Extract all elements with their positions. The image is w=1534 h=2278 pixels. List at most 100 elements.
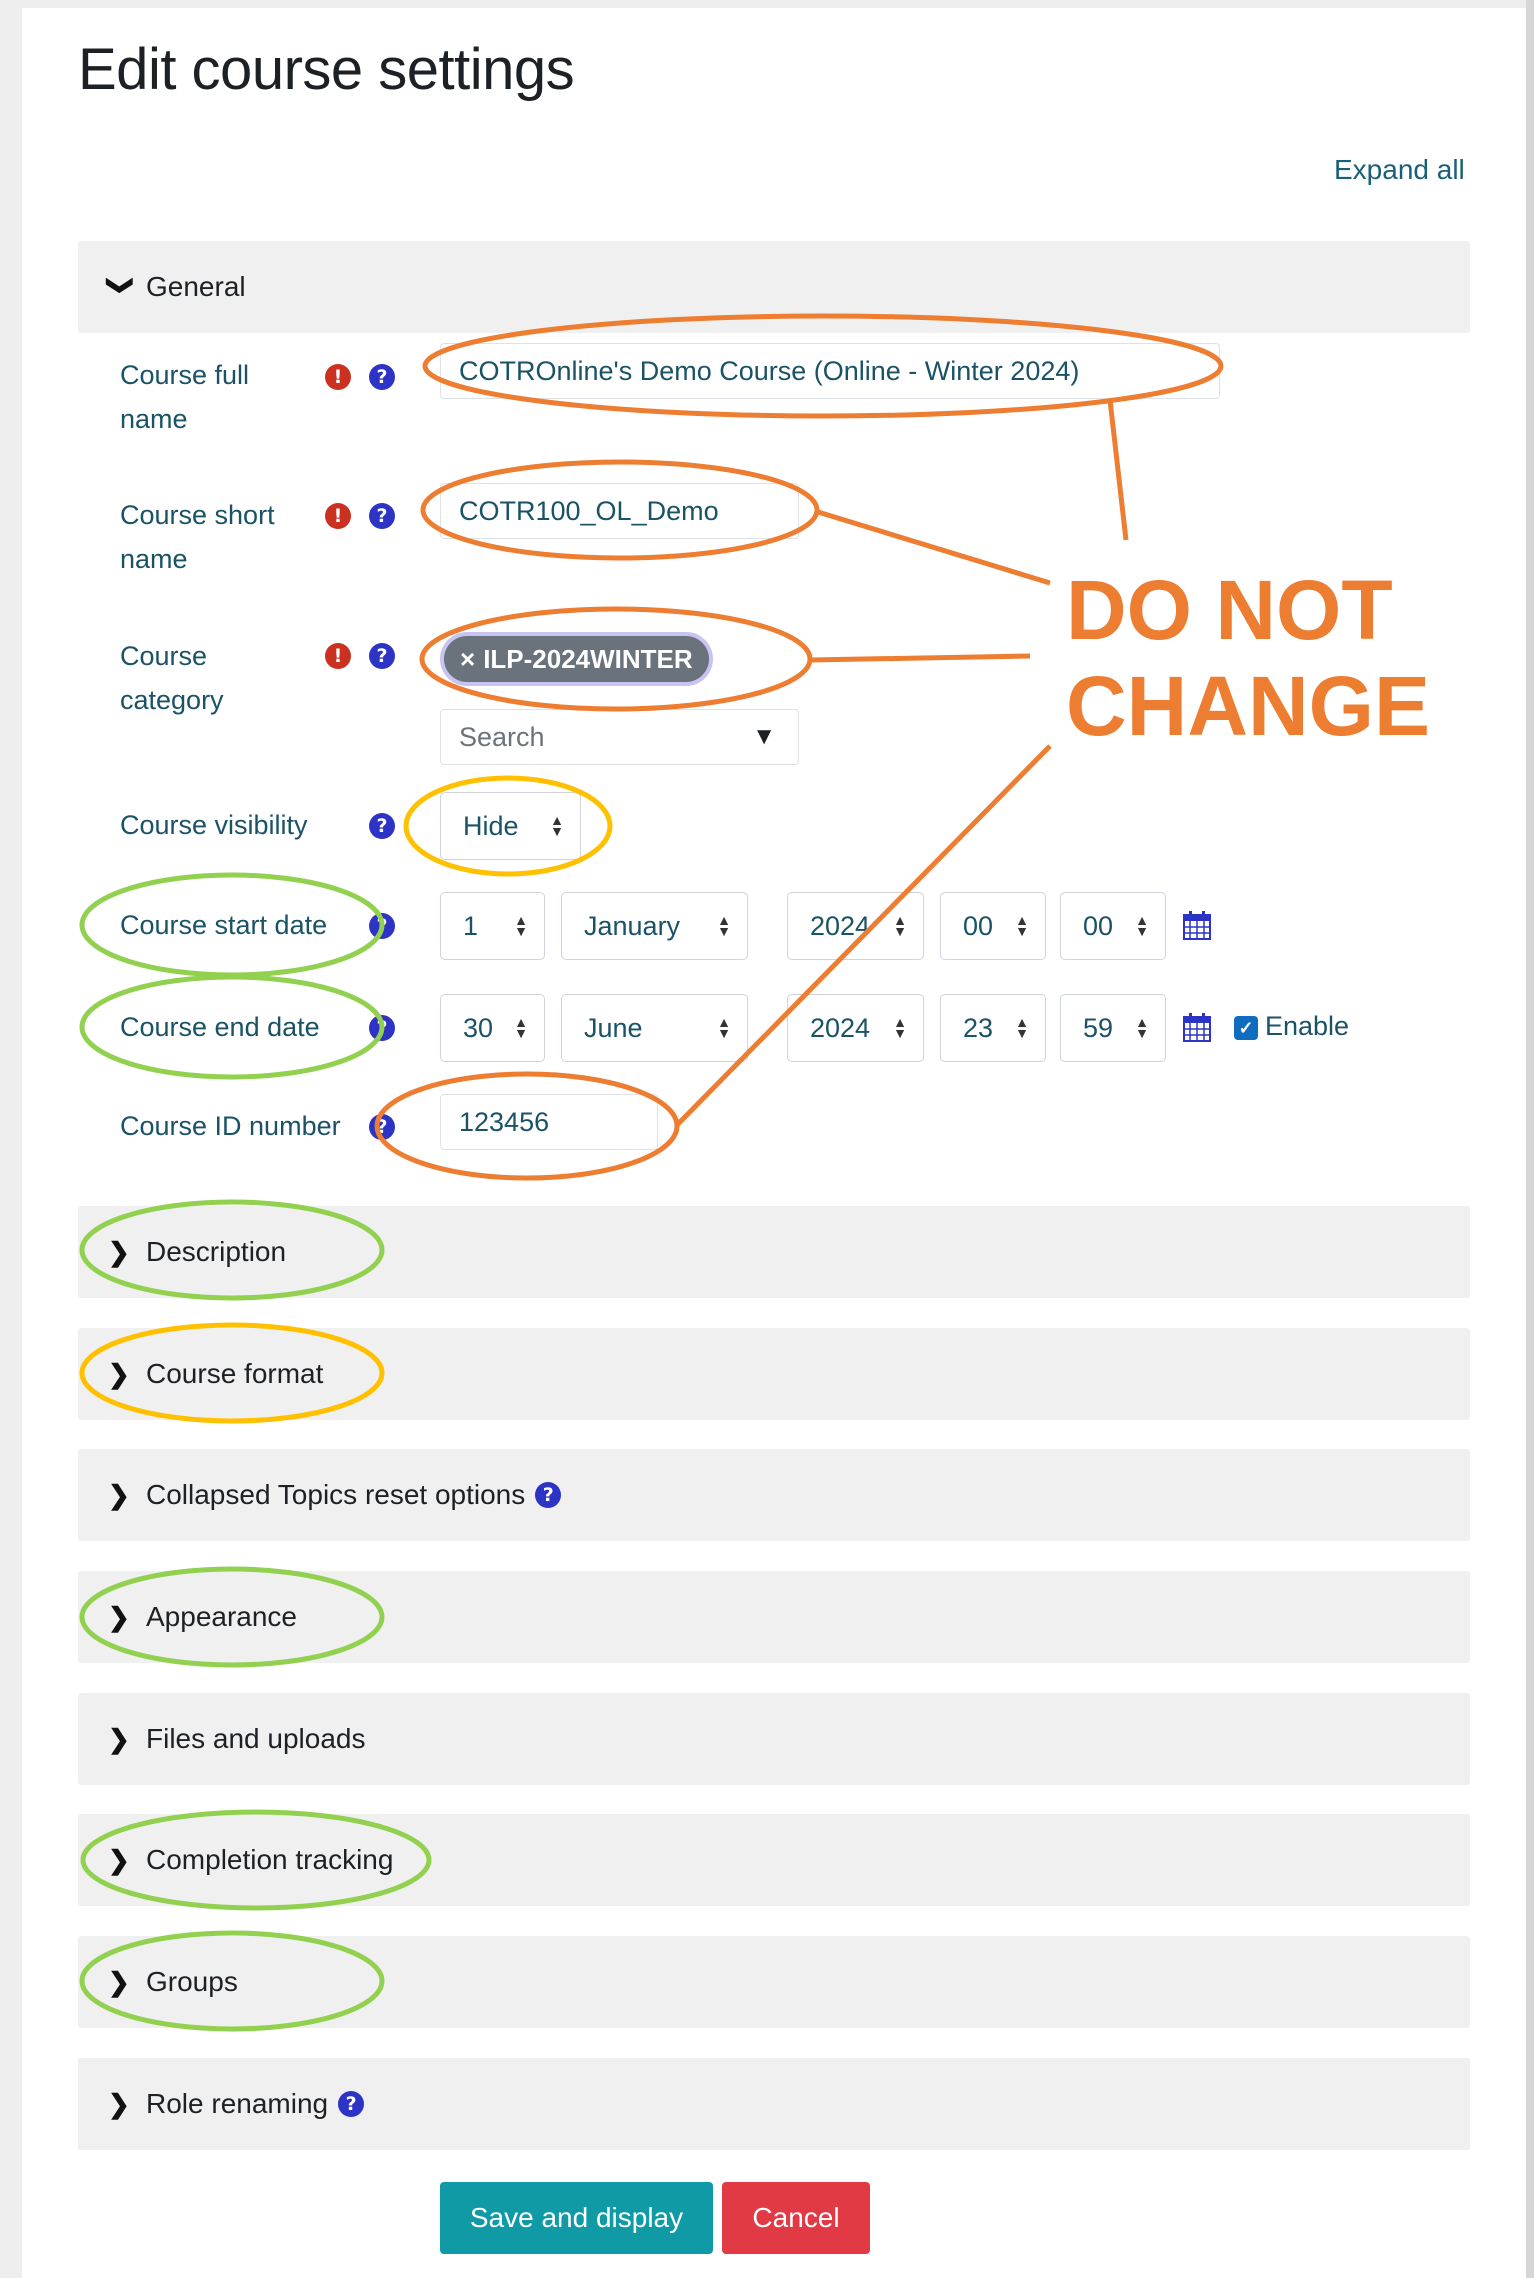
section-label: Appearance: [146, 1601, 298, 1632]
section-label: Completion tracking: [146, 1844, 394, 1875]
section-files-uploads[interactable]: ❯ Files and uploads: [78, 1693, 1470, 1785]
select-arrows-icon: ▲ ▼: [1015, 912, 1029, 939]
annotation-line2: CHANGE: [1066, 659, 1431, 753]
start-minute-select[interactable]: 00 ▲ ▼: [1060, 892, 1166, 960]
start-year-value: 2024: [810, 910, 871, 941]
help-icon[interactable]: ?: [369, 913, 395, 939]
short-name-label: Course short name: [120, 493, 275, 581]
section-course-format[interactable]: ❯ Course format: [78, 1328, 1470, 1420]
help-icon[interactable]: ?: [369, 643, 395, 669]
expand-all-link[interactable]: Expand all: [1334, 154, 1465, 186]
help-icon[interactable]: ?: [369, 813, 395, 839]
section-collapsed-topics-reset[interactable]: ❯ Collapsed Topics reset options ?: [78, 1449, 1470, 1541]
end-month-value: June: [584, 1012, 643, 1043]
end-year-select[interactable]: 2024 ▲ ▼: [787, 994, 924, 1062]
help-icon[interactable]: ?: [535, 1482, 562, 1508]
end-hour-value: 23: [963, 1012, 994, 1043]
end-year-value: 2024: [810, 1012, 871, 1043]
chevron-right-icon: ❯: [108, 1358, 130, 1389]
search-placeholder: Search: [459, 721, 545, 752]
select-arrows-icon: ▲ ▼: [1135, 912, 1149, 939]
start-month-select[interactable]: January ▲ ▼: [561, 892, 748, 960]
help-icon[interactable]: ?: [369, 503, 395, 529]
select-arrows-icon: ▲ ▼: [893, 1014, 907, 1041]
help-icon[interactable]: ?: [369, 1114, 395, 1140]
chevron-right-icon: ❯: [108, 1236, 130, 1267]
section-label: Files and uploads: [146, 1723, 366, 1754]
end-month-select[interactable]: June ▲ ▼: [561, 994, 748, 1062]
short-name-label-line2: name: [120, 544, 188, 574]
start-year-select[interactable]: 2024 ▲ ▼: [787, 892, 924, 960]
full-name-input[interactable]: COTROnline's Demo Course (Online - Winte…: [440, 343, 1220, 399]
full-name-label-line1: Course full: [120, 360, 250, 390]
visibility-select[interactable]: Hide ▲ ▼: [440, 792, 581, 860]
enable-label: Enable: [1265, 1011, 1350, 1041]
end-day-select[interactable]: 30 ▲ ▼: [440, 994, 545, 1062]
page-title: Edit course settings: [78, 37, 575, 102]
remove-icon[interactable]: ×: [460, 644, 475, 675]
chevron-down-icon: ❯: [106, 274, 137, 296]
category-label-line1: Course: [120, 641, 208, 671]
section-description[interactable]: ❯ Description: [78, 1206, 1470, 1298]
short-name-input[interactable]: COTR100_OL_Demo: [440, 483, 799, 539]
start-date-label: Course start date: [120, 910, 328, 940]
full-name-label: Course full name: [120, 353, 249, 441]
select-arrows-icon: ▲ ▼: [893, 912, 907, 939]
select-arrows-icon: ▲ ▼: [1135, 1014, 1149, 1041]
do-not-change-annotation: DO NOT CHANGE: [1066, 562, 1430, 754]
select-arrows-icon: ▲ ▼: [717, 912, 731, 939]
short-name-label-line1: Course short: [120, 500, 275, 530]
start-hour-select[interactable]: 00 ▲ ▼: [940, 892, 1046, 960]
chevron-right-icon: ❯: [108, 1844, 130, 1875]
start-hour-value: 00: [963, 910, 994, 941]
chevron-right-icon: ❯: [108, 2088, 130, 2119]
end-date-label: Course end date: [120, 1012, 320, 1042]
help-icon[interactable]: ?: [338, 2091, 365, 2117]
section-appearance[interactable]: ❯ Appearance: [78, 1571, 1470, 1663]
calendar-icon[interactable]: [1183, 1012, 1211, 1042]
category-value: ILP-2024WINTER: [483, 643, 693, 674]
full-name-label-line2: name: [120, 404, 188, 434]
category-label-line2: category: [120, 685, 224, 715]
category-selected-pill[interactable]: × ILP-2024WINTER: [444, 636, 709, 682]
select-arrows-icon: ▲ ▼: [514, 912, 528, 939]
section-label: Collapsed Topics reset options: [146, 1479, 526, 1510]
help-icon[interactable]: ?: [369, 1015, 395, 1041]
cancel-button[interactable]: Cancel: [722, 2182, 870, 2254]
start-day-select[interactable]: 1 ▲ ▼: [440, 892, 545, 960]
section-general-label: General: [146, 271, 246, 302]
section-groups[interactable]: ❯ Groups: [78, 1936, 1470, 2028]
visibility-value: Hide: [463, 810, 519, 841]
calendar-icon[interactable]: [1183, 910, 1211, 940]
required-icon: !: [325, 643, 351, 669]
section-label: Description: [146, 1236, 287, 1267]
dropdown-arrow-icon[interactable]: ▼: [752, 723, 776, 751]
select-arrows-icon: ▲ ▼: [550, 812, 564, 839]
section-label: Groups: [146, 1966, 238, 1997]
visibility-label: Course visibility: [120, 810, 308, 840]
chevron-right-icon: ❯: [108, 1966, 130, 1997]
required-icon: !: [325, 364, 351, 390]
select-arrows-icon: ▲ ▼: [1015, 1014, 1029, 1041]
section-role-renaming[interactable]: ❯ Role renaming ?: [78, 2058, 1470, 2150]
section-completion-tracking[interactable]: ❯ Completion tracking: [78, 1814, 1470, 1906]
chevron-right-icon: ❯: [108, 1723, 130, 1754]
scrollbar[interactable]: [1526, 0, 1534, 2278]
id-number-label: Course ID number: [120, 1111, 341, 1141]
save-and-display-button[interactable]: Save and display: [440, 2182, 713, 2254]
end-hour-select[interactable]: 23 ▲ ▼: [940, 994, 1046, 1062]
chevron-right-icon: ❯: [108, 1601, 130, 1632]
id-number-input[interactable]: 123456: [440, 1094, 658, 1150]
select-arrows-icon: ▲ ▼: [514, 1014, 528, 1041]
end-minute-select[interactable]: 59 ▲ ▼: [1060, 994, 1166, 1062]
enable-end-date-checkbox[interactable]: ✓: [1234, 1016, 1258, 1040]
category-label: Course category: [120, 634, 224, 722]
end-minute-value: 59: [1083, 1012, 1114, 1043]
section-general[interactable]: ❯ General: [78, 241, 1470, 333]
section-label: Role renaming: [146, 2088, 329, 2119]
category-search-input[interactable]: Search ▼: [440, 709, 799, 765]
select-arrows-icon: ▲ ▼: [717, 1014, 731, 1041]
annotation-line1: DO NOT: [1066, 563, 1393, 657]
help-icon[interactable]: ?: [369, 364, 395, 390]
required-icon: !: [325, 503, 351, 529]
